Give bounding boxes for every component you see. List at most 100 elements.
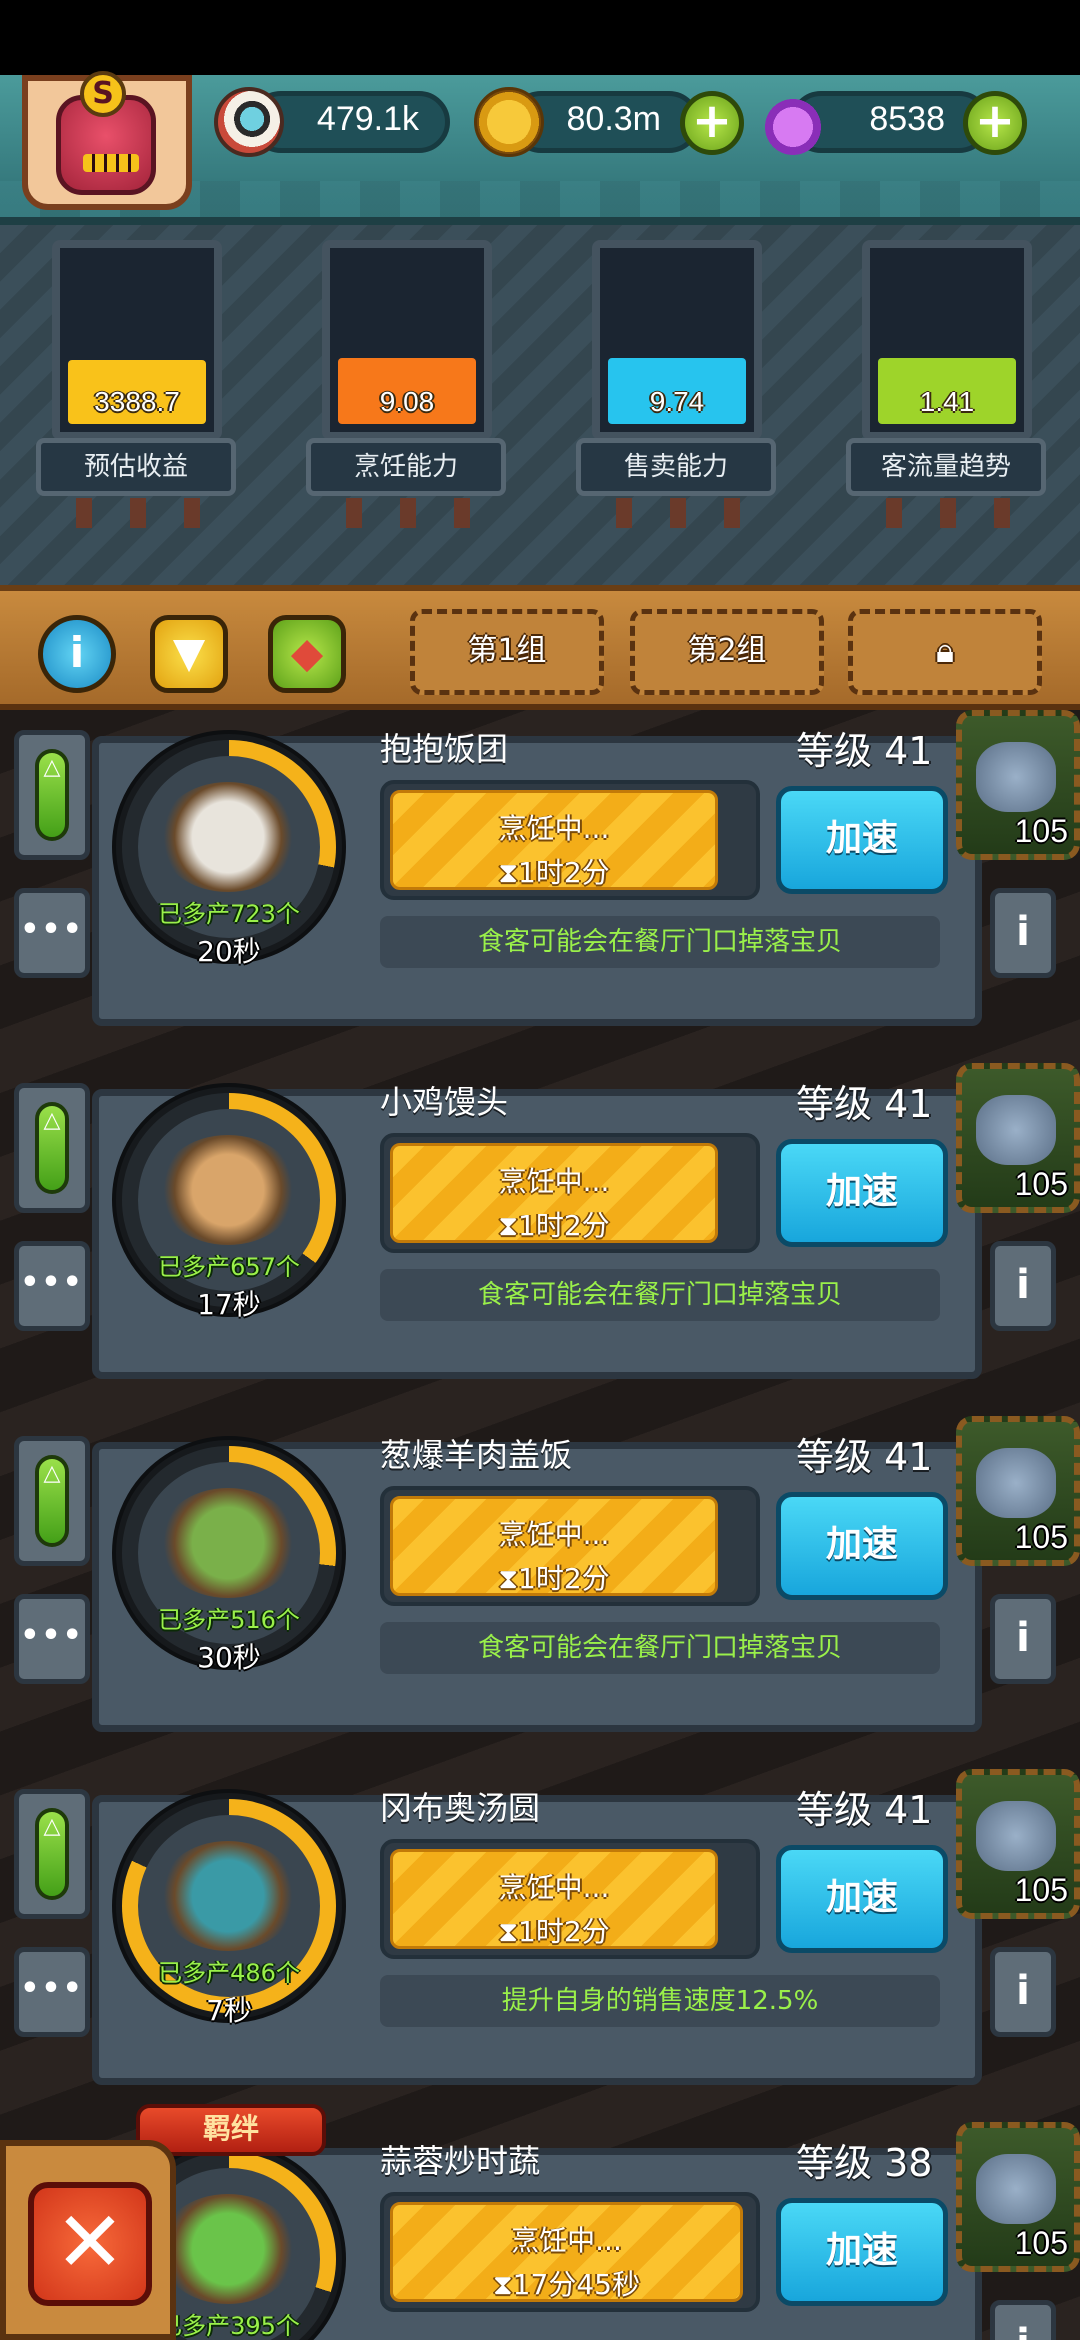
more-button[interactable]: •••	[14, 888, 90, 978]
dish-name: 蒜蓉炒时蔬	[380, 2142, 541, 2180]
ellipsis-icon: •••	[20, 1618, 84, 1653]
player-avatar[interactable]: S	[22, 71, 192, 210]
eyeball-icon	[214, 87, 284, 157]
shoe-icon: ◆	[290, 628, 324, 677]
dish-image	[158, 1135, 298, 1245]
dish-info-button[interactable]: i	[990, 1594, 1056, 1684]
info-button[interactable]: i	[38, 615, 116, 693]
tab-group-2[interactable]: 第2组	[630, 609, 824, 695]
progress-fill: 烹饪中... ⧗1时2分	[390, 1849, 718, 1949]
cook-interval: 20秒	[197, 935, 261, 968]
cook-progress: 烹饪中... ⧗1时2分	[380, 1133, 760, 1253]
speed-up-button[interactable]: 加速	[776, 786, 948, 894]
upgrade-toggle[interactable]	[14, 1436, 90, 1566]
potion-icon	[758, 85, 828, 155]
gauge-value: 1.41	[919, 386, 975, 417]
cook-status: 烹饪中...	[498, 812, 610, 845]
speed-up-button[interactable]: 加速	[776, 1139, 948, 1247]
coin-value: 80.3m	[566, 100, 662, 138]
speed-up-button[interactable]: 加速	[776, 1845, 948, 1953]
upgrade-toggle[interactable]	[14, 1789, 90, 1919]
remaining-time: ⧗1时2分	[498, 1562, 610, 1595]
shoe-button[interactable]: ◆	[268, 615, 346, 693]
cook-progress: 烹饪中... ⧗1时2分	[380, 1839, 760, 1959]
dish-image	[158, 782, 298, 892]
progress-fill: 烹饪中... ⧗1时2分	[390, 1496, 718, 1596]
chef-slot[interactable]: 105	[956, 710, 1080, 860]
dish-level: 等级 41	[796, 1082, 933, 1126]
gauge-legs	[328, 498, 488, 528]
gauge-frame: 9.74	[592, 240, 762, 440]
chef-slot[interactable]: 105	[956, 2122, 1080, 2272]
upgrade-toggle[interactable]	[14, 1083, 90, 1213]
dish-info-button[interactable]: i	[990, 2300, 1056, 2340]
dish-info-button[interactable]: i	[990, 1241, 1056, 1331]
speed-up-button[interactable]: 加速	[776, 1492, 948, 1600]
gauge-label: 预估收益	[36, 438, 236, 496]
gauge-legs	[868, 498, 1028, 528]
produced-count: 已多产723个	[158, 900, 300, 928]
cook-status: 烹饪中...	[498, 1871, 610, 1904]
outfit-button[interactable]: ▼	[150, 615, 228, 693]
upgrade-toggle[interactable]	[14, 730, 90, 860]
add-coins-button[interactable]: +	[680, 91, 744, 155]
stat-gauge: 9.74 售卖能力	[562, 230, 782, 530]
coin-icon	[474, 87, 544, 157]
gauge-legs	[58, 498, 218, 528]
dish-info-button[interactable]: i	[990, 1947, 1056, 2037]
more-button[interactable]: •••	[14, 1241, 90, 1331]
gauge-legs	[598, 498, 758, 528]
dish-name: 葱爆羊肉盖饭	[380, 1436, 573, 1474]
chef-slot[interactable]: 105	[956, 1063, 1080, 1213]
tab-strip: i ▼ ◆ 第1组 第2组 🔒︎	[0, 585, 1080, 710]
dish-effect: 食客可能会在餐厅门口掉落宝贝	[380, 1269, 940, 1321]
gauge-value: 3388.7	[94, 386, 180, 417]
dish-name: 抱抱饭团	[380, 730, 509, 768]
tab-group-1[interactable]: 第1组	[410, 609, 604, 695]
dish-level: 等级 41	[796, 1788, 933, 1832]
cook-interval: 7秒	[206, 1994, 252, 2027]
close-button[interactable]: ✕	[28, 2182, 152, 2306]
gauge-label: 烹饪能力	[306, 438, 506, 496]
progress-fill: 烹饪中... ⧗17分45秒	[390, 2202, 743, 2302]
close-panel: ✕	[0, 2140, 176, 2340]
cook-interval: 30秒	[197, 1641, 261, 1674]
dish-level: 等级 41	[796, 1435, 933, 1479]
dish-name: 小鸡馒头	[380, 1083, 509, 1121]
arrow-up-icon	[35, 1808, 69, 1900]
ellipsis-icon: •••	[20, 1971, 84, 2006]
close-icon: ✕	[54, 2193, 126, 2291]
remaining-time: ⧗1时2分	[498, 1209, 610, 1242]
dish-level: 等级 38	[796, 2141, 933, 2185]
rank-badge-icon: S	[80, 71, 126, 117]
produced-count: 已多产486个	[158, 1959, 300, 1987]
add-potions-button[interactable]: +	[963, 91, 1027, 155]
arrow-up-icon	[35, 1102, 69, 1194]
chef-portrait-icon	[976, 1095, 1056, 1165]
info-icon: i	[1016, 1262, 1030, 1308]
chef-count: 105	[1014, 2225, 1068, 2261]
tab-locked[interactable]: 🔒︎	[848, 609, 1042, 695]
progress-fill: 烹饪中... ⧗1时2分	[390, 790, 718, 890]
more-button[interactable]: •••	[14, 1594, 90, 1684]
potion-value: 8538	[869, 100, 945, 138]
info-icon: i	[1016, 909, 1030, 955]
cook-status: 烹饪中...	[498, 1165, 610, 1198]
chef-count: 105	[1014, 813, 1068, 849]
arrow-up-icon	[35, 1455, 69, 1547]
cook-status: 烹饪中...	[498, 1518, 610, 1551]
dish-image	[158, 1488, 298, 1598]
chef-slot[interactable]: 105	[956, 1416, 1080, 1566]
chef-count: 105	[1014, 1872, 1068, 1908]
stat-gauge: 3388.7 预估收益	[22, 230, 242, 530]
produced-count: 已多产657个	[158, 1253, 300, 1281]
chef-slot[interactable]: 105	[956, 1769, 1080, 1919]
speed-up-button[interactable]: 加速	[776, 2198, 948, 2306]
dish-info-button[interactable]: i	[990, 888, 1056, 978]
dish-card: ••• 已多产486个 7秒 冈布奥汤圆 等级 41 烹饪中... ⧗1时2分 加速提升自身的…	[0, 1769, 1080, 2099]
more-button[interactable]: •••	[14, 1947, 90, 2037]
info-icon: i	[1016, 2321, 1030, 2340]
chef-portrait-icon	[976, 2154, 1056, 2224]
dish-card: ••• 已多产657个 17秒 小鸡馒头 等级 41 烹饪中... ⧗1时2分 加速食客可能会…	[0, 1063, 1080, 1393]
lock-icon: 🔒︎	[935, 631, 955, 671]
